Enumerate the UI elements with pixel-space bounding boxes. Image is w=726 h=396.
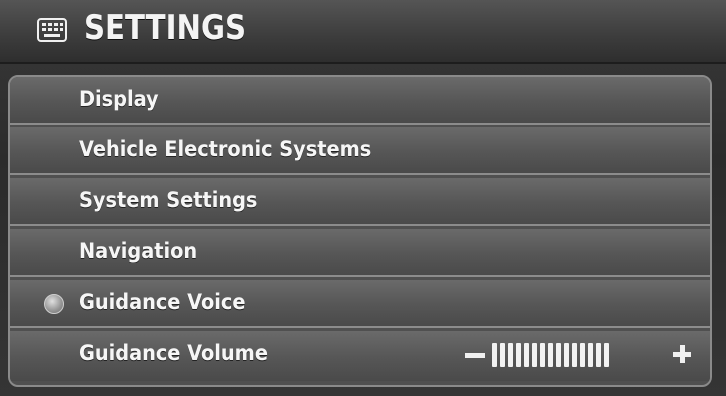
menu-item-label: Guidance Volume [79,341,268,365]
minus-icon[interactable] [465,353,485,358]
volume-bar [596,343,601,367]
menu-item-label: Vehicle Electronic Systems [79,137,372,161]
volume-level-bars [492,343,609,367]
volume-bar [508,343,513,367]
volume-bar [556,343,561,367]
menu-item-navigation[interactable]: Navigation [10,229,710,277]
volume-bar [564,343,569,367]
header-bar: SETTINGS [0,0,726,64]
plus-icon[interactable] [673,345,691,363]
menu-item-guidance-voice[interactable]: Guidance Voice [10,280,710,328]
settings-keypad-icon [37,18,67,42]
volume-bar [572,343,577,367]
volume-bar [548,343,553,367]
menu-item-label: System Settings [79,188,258,212]
menu-item-display[interactable]: Display [10,77,710,125]
menu-item-system-settings[interactable]: System Settings [10,178,710,226]
volume-bar [492,343,497,367]
volume-bar [540,343,545,367]
settings-screen: SETTINGS Display Vehicle Electronic Syst… [0,0,726,396]
guidance-volume-slider[interactable] [465,341,695,369]
page-title: SETTINGS [84,8,247,48]
settings-menu: Display Vehicle Electronic Systems Syste… [8,75,712,387]
menu-item-guidance-volume[interactable]: Guidance Volume [10,331,710,381]
menu-item-label: Navigation [79,239,198,263]
volume-bar [500,343,505,367]
on-indicator-icon [44,294,64,314]
volume-bar [532,343,537,367]
volume-bar [524,343,529,367]
volume-bar [588,343,593,367]
volume-bar [580,343,585,367]
menu-item-label: Guidance Voice [79,290,246,314]
menu-item-label: Display [79,87,159,111]
volume-bar [516,343,521,367]
menu-item-vehicle-electronic-systems[interactable]: Vehicle Electronic Systems [10,127,710,175]
volume-bar [604,343,609,367]
